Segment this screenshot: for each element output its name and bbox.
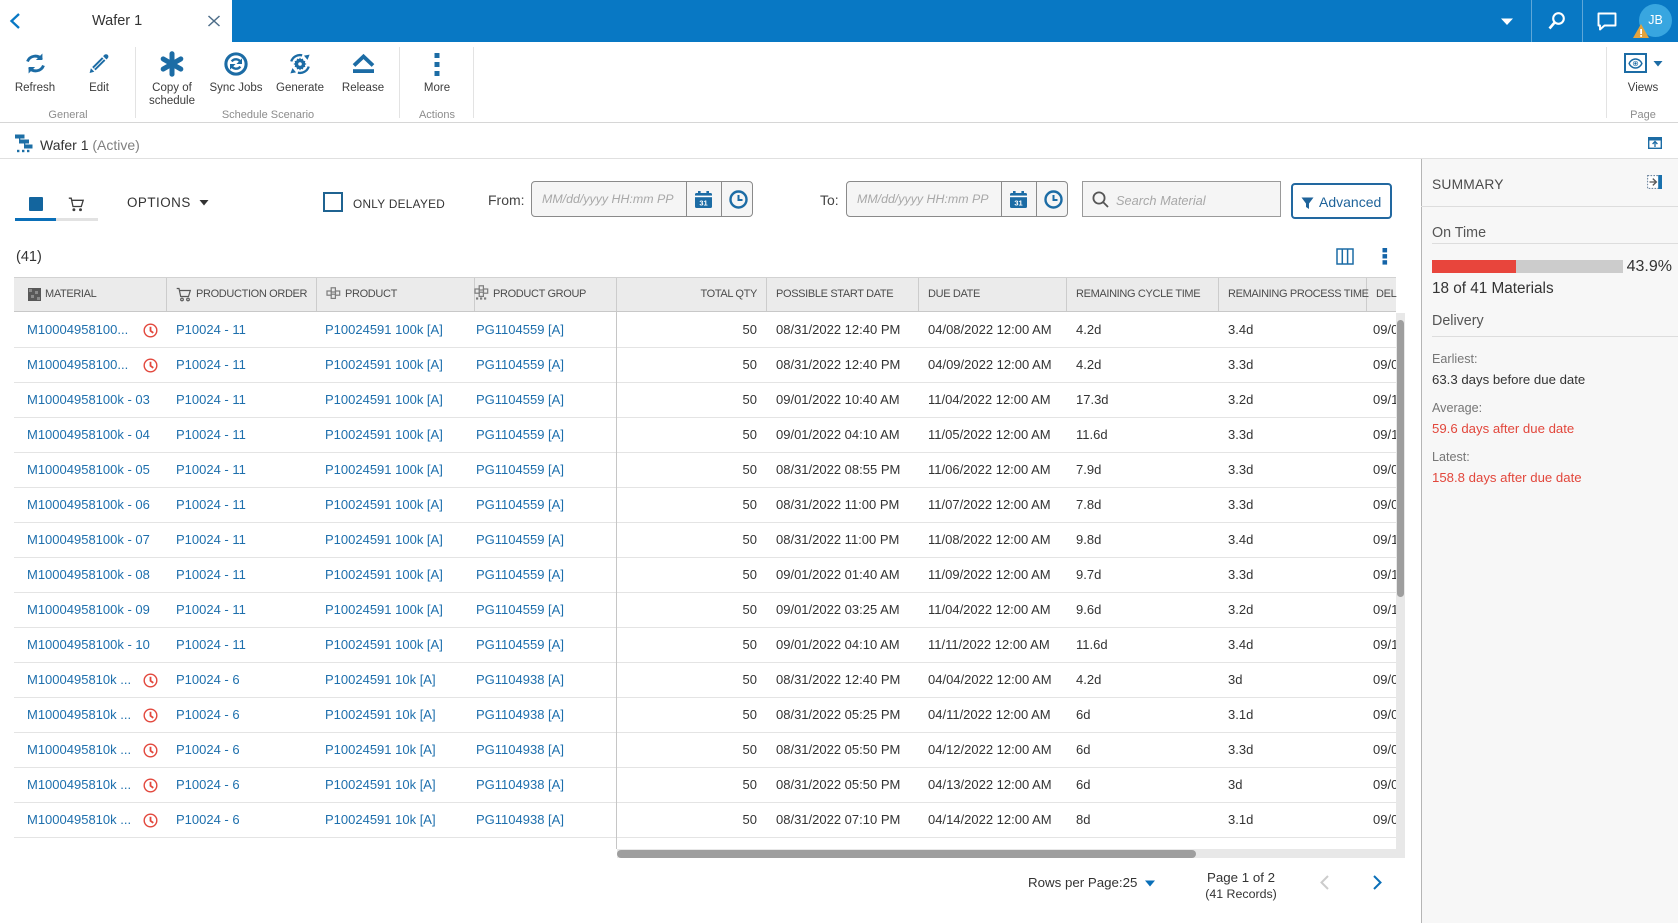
svg-text:31: 31 bbox=[1014, 198, 1022, 207]
svg-text:31: 31 bbox=[699, 198, 707, 207]
